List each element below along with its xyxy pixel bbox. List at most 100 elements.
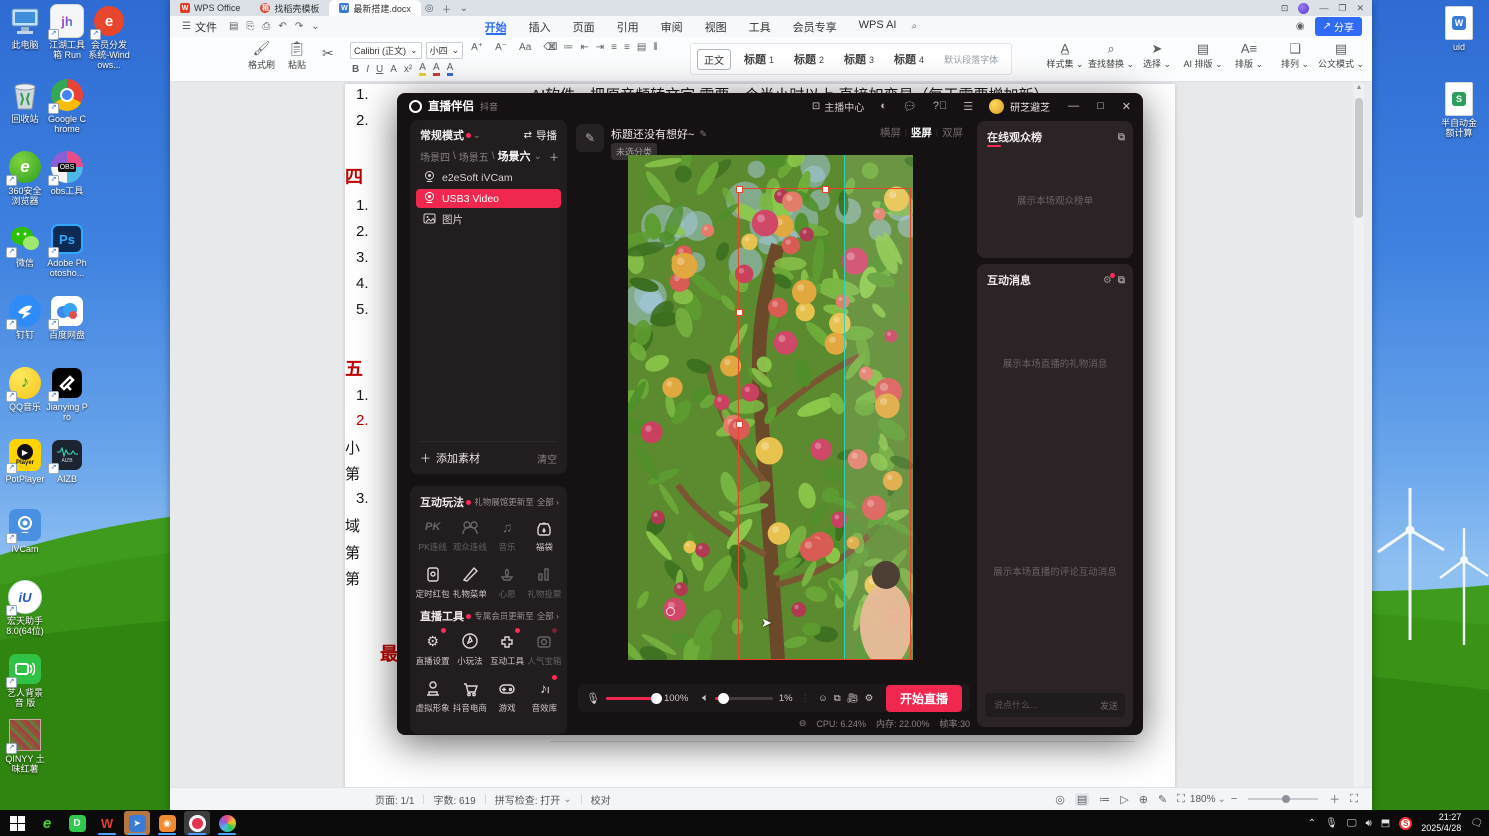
desktop-icon-baidu-netdisk[interactable]: ↗ 百度网盘: [46, 294, 88, 340]
desktop-icon-jianghu-toolbox[interactable]: jh ↗ 江湖工具箱 Run: [46, 4, 88, 60]
font-format-icon[interactable]: x²: [404, 64, 412, 75]
chat-input[interactable]: [992, 699, 1095, 711]
vertical-scrollbar[interactable]: ▲: [1354, 84, 1364, 788]
close-button[interactable]: ✕: [1356, 3, 1364, 14]
word-count[interactable]: 字数: 619: [433, 792, 475, 807]
font-size-select[interactable]: 小四 ⌄: [425, 42, 464, 59]
start-live-button[interactable]: 开始直播: [885, 684, 962, 712]
desktop-icon-aizb[interactable]: AIZB ↗ AIZB: [46, 438, 88, 484]
file-menu[interactable]: 文件: [195, 19, 217, 35]
change-case-icon[interactable]: Aa: [515, 42, 535, 59]
style-chip[interactable]: 默认段落字体: [937, 49, 1006, 69]
resize-handle[interactable]: [736, 421, 743, 428]
avatar[interactable]: [989, 98, 1005, 114]
stream-title[interactable]: 标题还没有想好~ ✎: [611, 126, 707, 142]
ribbon-tab-审阅[interactable]: 审阅: [650, 19, 694, 35]
desktop-icon-qinyy[interactable]: ↗ QINYY 土味红薯: [4, 718, 46, 774]
mic-icon[interactable]: 🎙︎: [1325, 818, 1338, 829]
feedback-icon[interactable]: 💬︎: [903, 100, 917, 113]
desktop-icon-jianying[interactable]: ↗ Jianying Pro: [46, 366, 88, 422]
style-chip[interactable]: 正文: [697, 48, 731, 70]
taskbar-color-wheel[interactable]: [214, 811, 240, 835]
feature-red-packet[interactable]: 定时红包: [414, 563, 451, 600]
feature-virtual-avatar[interactable]: 虚拟形象: [414, 677, 451, 714]
edit-icon[interactable]: ✎: [699, 129, 707, 140]
feature-live-settings[interactable]: ⚙ 直播设置: [414, 628, 451, 667]
flip-icon[interactable]: ⧉: [834, 693, 841, 704]
paragraph-format-icon[interactable]: ≔: [563, 42, 573, 53]
video-preview[interactable]: ➤: [628, 155, 913, 660]
minimize-button[interactable]: —: [1319, 3, 1328, 13]
feature-interact-tool[interactable]: 互动工具: [489, 628, 526, 667]
director-button[interactable]: ⇄ 导播: [524, 128, 557, 143]
taskbar-live-companion[interactable]: [184, 811, 210, 835]
font-format-icon[interactable]: A: [446, 62, 454, 76]
speaker-icon[interactable]: 🔈︎: [702, 692, 709, 705]
feature-soundfx[interactable]: ♪𝄂 音效库: [526, 675, 563, 714]
feature-ecommerce[interactable]: 抖音电商: [451, 677, 488, 714]
close-button[interactable]: ✕: [1122, 100, 1131, 113]
message-settings-gear-icon[interactable]: ⚙: [1103, 272, 1115, 286]
style-chip[interactable]: 标题 4: [887, 48, 932, 70]
resize-handle[interactable]: [821, 186, 829, 193]
zoom-in-button[interactable]: ＋: [1329, 791, 1340, 807]
chevron-up-icon[interactable]: ⌃: [1308, 818, 1316, 829]
ribbon-group-AI 排版[interactable]: ▤ AI 排版 ⌄: [1180, 41, 1226, 70]
magnifier-icon[interactable]: ⊖: [799, 718, 807, 729]
desktop-icon-qq-music[interactable]: ♪ ↗ QQ音乐: [4, 366, 46, 412]
volume-slider[interactable]: [714, 692, 773, 704]
feature-gift-menu[interactable]: 礼物菜单: [451, 563, 488, 600]
sogou-icon[interactable]: S: [1399, 816, 1413, 830]
desktop-icon-bgsound[interactable]: ↗ 艺人背景音 版: [4, 652, 46, 708]
ribbon-group-样式集[interactable]: A̲ 样式集 ⌄: [1042, 41, 1088, 70]
share-button[interactable]: ↗ 分享: [1314, 17, 1362, 36]
eye-protect-icon[interactable]: ◎: [1055, 793, 1065, 806]
ime-icon[interactable]: ⬒: [1381, 818, 1390, 829]
desktop-icon-this-pc[interactable]: 此电脑: [4, 4, 46, 50]
desktop-icon-potplayer[interactable]: ▶ Player ↗ PotPlayer: [4, 438, 46, 484]
ribbon-tab-工具[interactable]: 工具: [738, 19, 782, 35]
theme-icon[interactable]: ◐: [880, 100, 887, 112]
display-icon[interactable]: 🖵: [1347, 818, 1357, 829]
ribbon-group-选择[interactable]: ➤ 选择 ⌄: [1134, 41, 1180, 70]
chevron-down-icon[interactable]: ⌄: [534, 151, 542, 162]
ribbon-group-查找替换[interactable]: ⌕ 查找替换 ⌄: [1088, 41, 1134, 70]
mic-slider[interactable]: [605, 692, 662, 704]
feature-mini-game[interactable]: 小玩法: [451, 630, 488, 667]
layout-switch-icon[interactable]: ⊡: [1281, 3, 1289, 14]
zoom-level[interactable]: 180%: [1190, 794, 1216, 805]
resize-handle[interactable]: [736, 186, 743, 193]
camera-icon[interactable]: 🎥︎: [847, 693, 859, 704]
search-icon[interactable]: ⌕: [908, 21, 922, 32]
desktop-icon-member-system[interactable]: e ↗ 会员分发系统-Windows...: [88, 4, 130, 70]
source-item-图片[interactable]: 图片: [416, 210, 561, 229]
add-scene-button[interactable]: ＋: [549, 149, 559, 164]
outline-view-icon[interactable]: ≔: [1099, 793, 1110, 806]
ribbon-group-公文模式[interactable]: ▤ 公文模式 ⌄: [1318, 41, 1364, 70]
feature-game[interactable]: 游戏: [489, 677, 526, 714]
ribbon-group-排列[interactable]: ❏ 排列 ⌄: [1272, 41, 1318, 70]
orientation-tab-竖屏[interactable]: 竖屏: [911, 125, 932, 140]
undo-icon[interactable]: ↶: [274, 21, 290, 32]
ribbon-tab-引用[interactable]: 引用: [606, 19, 650, 35]
source-item-USB3 Video[interactable]: USB3 Video: [416, 189, 561, 208]
print-icon[interactable]: ⎙: [258, 21, 274, 32]
more-dropdown-icon[interactable]: ⌄: [307, 21, 323, 32]
zoom-out-button[interactable]: −: [1231, 793, 1237, 805]
wps-file-tab[interactable]: W WPS Office: [170, 0, 250, 16]
font-format-icon[interactable]: A: [390, 64, 397, 75]
paragraph-format-icon[interactable]: ▤: [637, 42, 646, 53]
menu-icon[interactable]: ☰: [963, 100, 973, 113]
desktop-icon-photoshop[interactable]: Ps ↗ Adobe Photosho...: [46, 222, 88, 278]
font-format-icon[interactable]: B: [352, 64, 359, 75]
orientation-tab-双屏[interactable]: 双屏: [942, 125, 963, 140]
paragraph-format-icon[interactable]: ≣: [548, 42, 556, 53]
save-icon[interactable]: ▤: [225, 21, 242, 32]
wps-file-tab[interactable]: 稻找稻壳模板: [250, 0, 329, 16]
settings-gear-icon[interactable]: ⚙: [865, 693, 874, 704]
feature-lucky-bag[interactable]: 福袋: [526, 516, 563, 553]
ribbon-group-排版[interactable]: A≡ 排版 ⌄: [1226, 41, 1272, 70]
crop-selection[interactable]: [736, 186, 911, 660]
export-icon[interactable]: ⎘: [242, 21, 258, 32]
style-chip[interactable]: 标题 3: [837, 48, 882, 70]
